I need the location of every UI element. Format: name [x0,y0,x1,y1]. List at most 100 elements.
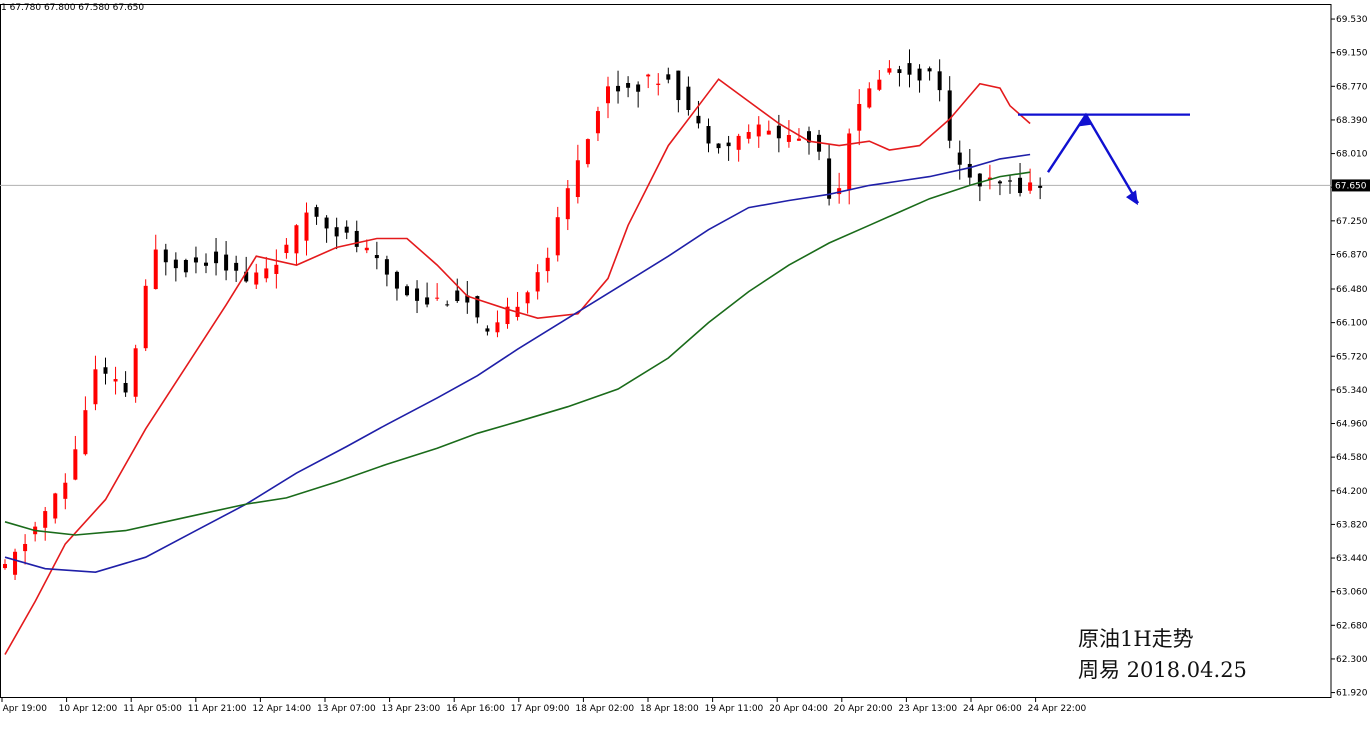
x-tick-label: 23 Apr 13:00 [898,704,957,714]
candle-body [284,244,289,254]
y-tick-label: 64.200 [1336,487,1368,497]
candle-body [656,83,661,85]
candle-body [897,69,902,74]
x-tick-label: 24 Apr 22:00 [1028,704,1087,714]
candle-body [13,551,18,575]
y-tick-label: 66.870 [1336,250,1368,260]
ohlc-readout: 1 67.780 67.800 67.580 67.650 [1,3,145,13]
candle-body [827,158,832,199]
candle-body [796,138,801,141]
current-price-label: 67.650 [1335,181,1367,191]
candle-body [696,115,701,124]
x-tick-label: 13 Apr 23:00 [382,704,441,714]
candle-body [364,247,369,251]
y-tick-label: 64.960 [1336,420,1368,430]
candle-body [636,84,641,92]
y-tick-label: 65.340 [1336,386,1368,396]
candle-body [776,125,781,139]
y-tick-label: 63.060 [1336,588,1368,598]
candle-body [947,90,952,141]
candle-body [133,348,138,397]
candle-body [666,74,671,80]
y-tick-label: 67.250 [1336,217,1368,227]
candle-body [766,130,771,135]
candle-body [746,132,751,139]
candle-body [394,271,399,289]
y-tick-label: 68.010 [1336,150,1368,160]
candle-body [575,160,580,198]
candle-body [545,257,550,272]
chart-annotation-author: 周易 2018.04.25 [1078,658,1247,682]
candle-body [736,135,741,150]
candle-body [455,290,460,302]
candle-body [234,262,239,271]
candle-body [173,259,178,269]
y-tick-label: 69.530 [1336,15,1368,25]
x-tick-label: 24 Apr 06:00 [963,704,1022,714]
candle-body [997,181,1002,184]
candle-body [294,225,299,254]
candle-body [676,70,681,101]
candle-body [957,152,962,165]
candle-body [867,88,872,108]
candle-body [616,85,621,92]
candle-body [435,297,440,299]
y-tick-label: 62.300 [1336,655,1368,665]
candle-body [887,68,892,73]
candle-body [103,367,108,374]
candle-body [274,264,279,274]
x-tick-label: 9 Apr 19:00 [0,704,47,714]
candle-body [163,249,168,263]
candle-body [324,217,329,229]
candle-body [314,207,319,217]
candle-body [626,83,631,88]
x-tick-label: 10 Apr 12:00 [59,704,118,714]
candle-body [585,139,590,165]
candle-body [967,163,972,178]
candle-body [1008,180,1012,182]
x-tick-label: 12 Apr 14:00 [252,704,311,714]
candle-body [193,257,198,263]
y-tick-label: 68.770 [1336,82,1368,92]
x-tick-label: 18 Apr 02:00 [575,704,634,714]
candle-body [405,286,409,296]
candle-body [264,268,269,279]
candle-body [927,68,932,72]
candle-body [384,259,389,275]
y-tick-label: 63.820 [1336,520,1368,530]
candle-body [445,304,450,306]
candle-body [143,285,148,349]
x-tick-label: 18 Apr 18:00 [640,704,699,714]
price-chart: 69.53069.15068.77068.39068.01067.63067.2… [0,0,1372,725]
x-tick-label: 11 Apr 21:00 [188,704,247,714]
y-tick-label: 64.580 [1336,453,1368,463]
x-tick-label: 11 Apr 05:00 [123,704,182,714]
candle-body [1018,177,1023,193]
y-tick-label: 63.440 [1336,554,1368,564]
candle-body [3,563,7,569]
candle-body [334,227,339,237]
candle-body [153,249,158,290]
candle-body [485,328,490,332]
y-tick-label: 66.100 [1336,319,1368,329]
y-tick-label: 61.920 [1336,689,1368,699]
candle-body [93,369,98,405]
candle-body [73,449,78,480]
candle-body [415,288,420,301]
y-tick-label: 66.480 [1336,285,1368,295]
candle-body [344,226,349,233]
candle-body [1028,182,1033,191]
candle-body [374,255,379,259]
candle-body [425,297,430,305]
candle-body [686,86,691,110]
chart-area: 69.53069.15068.77068.39068.01067.63067.2… [0,0,1372,725]
candle-body [224,254,229,271]
x-tick-label: 16 Apr 16:00 [446,704,505,714]
candle-body [726,142,731,147]
candle-body [43,511,48,528]
candle-body [204,262,208,266]
candle-body [113,379,118,382]
candle-body [304,212,309,241]
chart-annotation-title: 原油1H走势 [1078,627,1194,651]
candle-body [595,111,600,134]
